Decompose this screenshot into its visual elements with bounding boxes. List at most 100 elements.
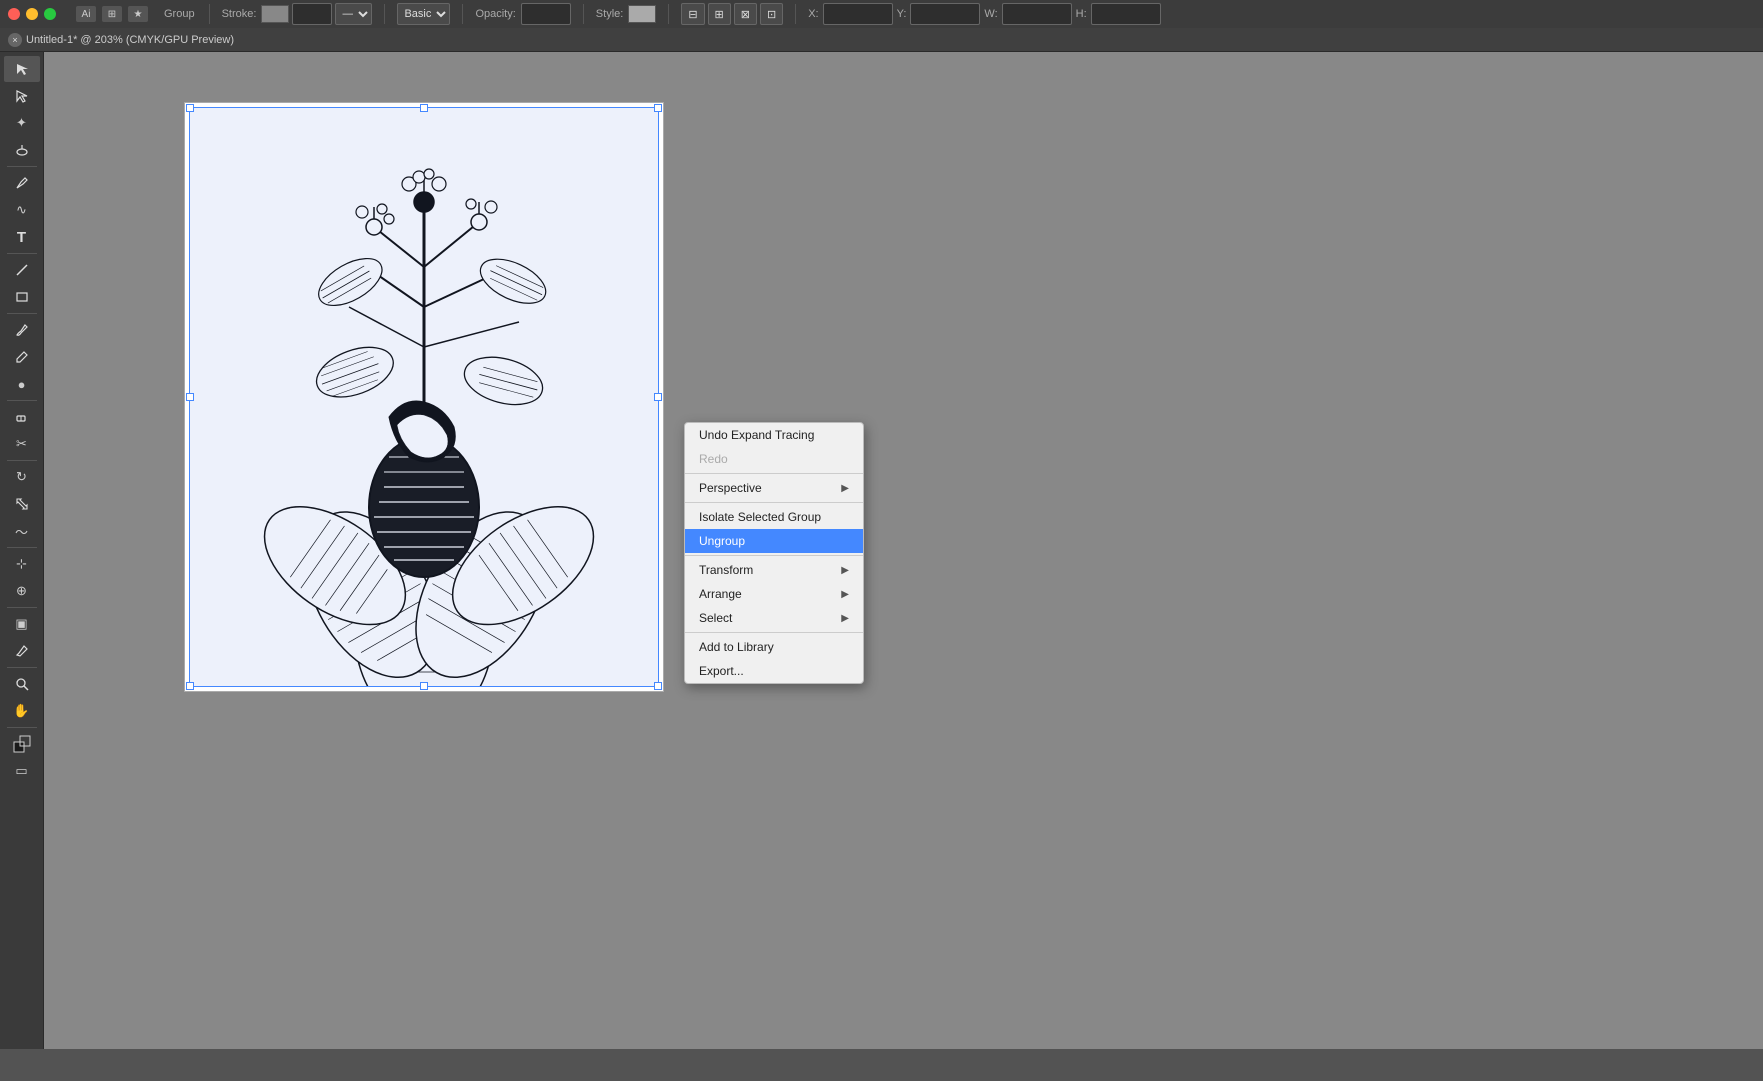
ctx-arrange-arrow: ▶ — [841, 589, 849, 600]
rotate-tool[interactable]: ↻ — [4, 464, 40, 490]
stroke-input[interactable] — [292, 3, 332, 25]
ctx-sep-2 — [685, 502, 863, 503]
ctx-perspective-label: Perspective — [699, 481, 762, 495]
stroke-label: Stroke: — [222, 8, 257, 20]
maximize-button[interactable] — [44, 8, 56, 20]
opacity-input[interactable]: 100% — [521, 3, 571, 25]
selection-tool[interactable] — [4, 56, 40, 82]
ctx-select[interactable]: Select ▶ — [685, 606, 863, 630]
opacity-label: Opacity: — [475, 8, 515, 20]
opacity-group: Opacity: 100% — [475, 3, 570, 25]
scale-tool[interactable] — [4, 491, 40, 517]
icon-grid[interactable]: ⊞ — [102, 6, 122, 22]
ctx-transform-arrow: ▶ — [841, 565, 849, 576]
style-swatch-group: Style: — [596, 5, 657, 23]
tab-close-button[interactable]: × — [8, 33, 22, 47]
ctx-transform-label: Transform — [699, 563, 753, 577]
canvas-area[interactable]: Undo Expand Tracing Redo Perspective ▶ I… — [44, 52, 1763, 1049]
rect-tool[interactable] — [4, 284, 40, 310]
w-label: W: — [984, 8, 997, 20]
tab-title[interactable]: Untitled-1* @ 203% (CMYK/GPU Preview) — [26, 34, 234, 46]
sep1 — [209, 4, 210, 24]
ctx-sep-4 — [685, 632, 863, 633]
h-input[interactable]: 293.868 px — [1091, 3, 1161, 25]
tool-sep-3 — [7, 313, 37, 314]
flower-illustration — [189, 107, 659, 687]
ctx-undo-expand-tracing[interactable]: Undo Expand Tracing — [685, 423, 863, 447]
line-tool[interactable] — [4, 257, 40, 283]
y-input[interactable]: 270.254 px — [910, 3, 980, 25]
tool-sep-1 — [7, 166, 37, 167]
style-label: Style: — [596, 8, 624, 20]
type-tool[interactable]: T — [4, 224, 40, 250]
ctx-isolate-selected-group[interactable]: Isolate Selected Group — [685, 505, 863, 529]
ctx-ungroup[interactable]: Ungroup — [685, 529, 863, 553]
ctx-sep-3 — [685, 555, 863, 556]
stroke-color-swatch[interactable] — [261, 5, 289, 23]
ctx-add-library-label: Add to Library — [699, 640, 774, 654]
sep3 — [462, 4, 463, 24]
w-input[interactable]: 232.858 px — [1002, 3, 1072, 25]
minimize-button[interactable] — [26, 8, 38, 20]
x-input[interactable]: 234.306 px — [823, 3, 893, 25]
close-button[interactable] — [8, 8, 20, 20]
style-swatch[interactable] — [628, 5, 656, 23]
pen-tool[interactable] — [4, 170, 40, 196]
ctx-arrange[interactable]: Arrange ▶ — [685, 582, 863, 606]
ctx-perspective-arrow: ▶ — [841, 483, 849, 494]
fill-stroke-btn[interactable] — [4, 731, 40, 757]
ctx-export-label: Export... — [699, 664, 744, 678]
tool-sep-2 — [7, 253, 37, 254]
align-btn3[interactable]: ⊠ — [734, 3, 757, 25]
icon-star[interactable]: ★ — [128, 6, 148, 22]
tool-sep-8 — [7, 667, 37, 668]
sep4 — [583, 4, 584, 24]
blob-brush-tool[interactable]: ● — [4, 371, 40, 397]
hand-tool[interactable]: ✋ — [4, 698, 40, 724]
x-label: X: — [808, 8, 818, 20]
ctx-arrange-label: Arrange — [699, 587, 742, 601]
ai-icon: Ai — [76, 6, 96, 22]
traffic-lights — [8, 8, 56, 20]
y-label: Y: — [897, 8, 907, 20]
align-btn1[interactable]: ⊟ — [681, 3, 704, 25]
titlebar-icons: Ai ⊞ ★ — [76, 6, 148, 22]
tool-sep-4 — [7, 400, 37, 401]
style-group: Basic — [397, 3, 450, 25]
tool-sep-5 — [7, 460, 37, 461]
tool-sep-6 — [7, 547, 37, 548]
ctx-transform[interactable]: Transform ▶ — [685, 558, 863, 582]
free-transform-tool[interactable]: ⊹ — [4, 551, 40, 577]
tool-sep-7 — [7, 607, 37, 608]
screen-mode-btn[interactable]: ▭ — [4, 758, 40, 784]
ctx-ungroup-label: Ungroup — [699, 534, 745, 548]
scissors-tool[interactable]: ✂ — [4, 431, 40, 457]
titlebar: Ai ⊞ ★ Group Stroke: — Basic Opacity: 10… — [0, 0, 1763, 28]
ctx-add-to-library[interactable]: Add to Library — [685, 635, 863, 659]
shape-builder-tool[interactable]: ⊕ — [4, 578, 40, 604]
paintbrush-tool[interactable] — [4, 317, 40, 343]
tabbar: × Untitled-1* @ 203% (CMYK/GPU Preview) — [0, 28, 1763, 52]
context-menu: Undo Expand Tracing Redo Perspective ▶ I… — [684, 422, 864, 684]
align-btn4[interactable]: ⊡ — [760, 3, 783, 25]
ctx-export[interactable]: Export... — [685, 659, 863, 683]
warp-tool[interactable]: 〜 — [4, 518, 40, 544]
stroke-group: Stroke: — — [222, 3, 373, 25]
selected-object — [189, 107, 659, 687]
stroke-style-select[interactable]: — — [335, 3, 372, 25]
ctx-perspective[interactable]: Perspective ▶ — [685, 476, 863, 500]
pencil-tool[interactable] — [4, 344, 40, 370]
eyedropper-tool[interactable] — [4, 638, 40, 664]
lasso-tool[interactable] — [4, 137, 40, 163]
gradient-tool[interactable]: ▣ — [4, 611, 40, 637]
eraser-tool[interactable] — [4, 404, 40, 430]
direct-selection-tool[interactable] — [4, 83, 40, 109]
zoom-tool[interactable] — [4, 671, 40, 697]
group-label-area: Group — [164, 8, 197, 20]
style-preset-select[interactable]: Basic — [397, 3, 450, 25]
curvature-tool[interactable]: ∿ — [4, 197, 40, 223]
left-tools-panel: ✦ ∿ T ● ✂ ↻ 〜 — [0, 52, 44, 1049]
magic-wand-tool[interactable]: ✦ — [4, 110, 40, 136]
ctx-sep-1 — [685, 473, 863, 474]
align-btn2[interactable]: ⊞ — [708, 3, 731, 25]
